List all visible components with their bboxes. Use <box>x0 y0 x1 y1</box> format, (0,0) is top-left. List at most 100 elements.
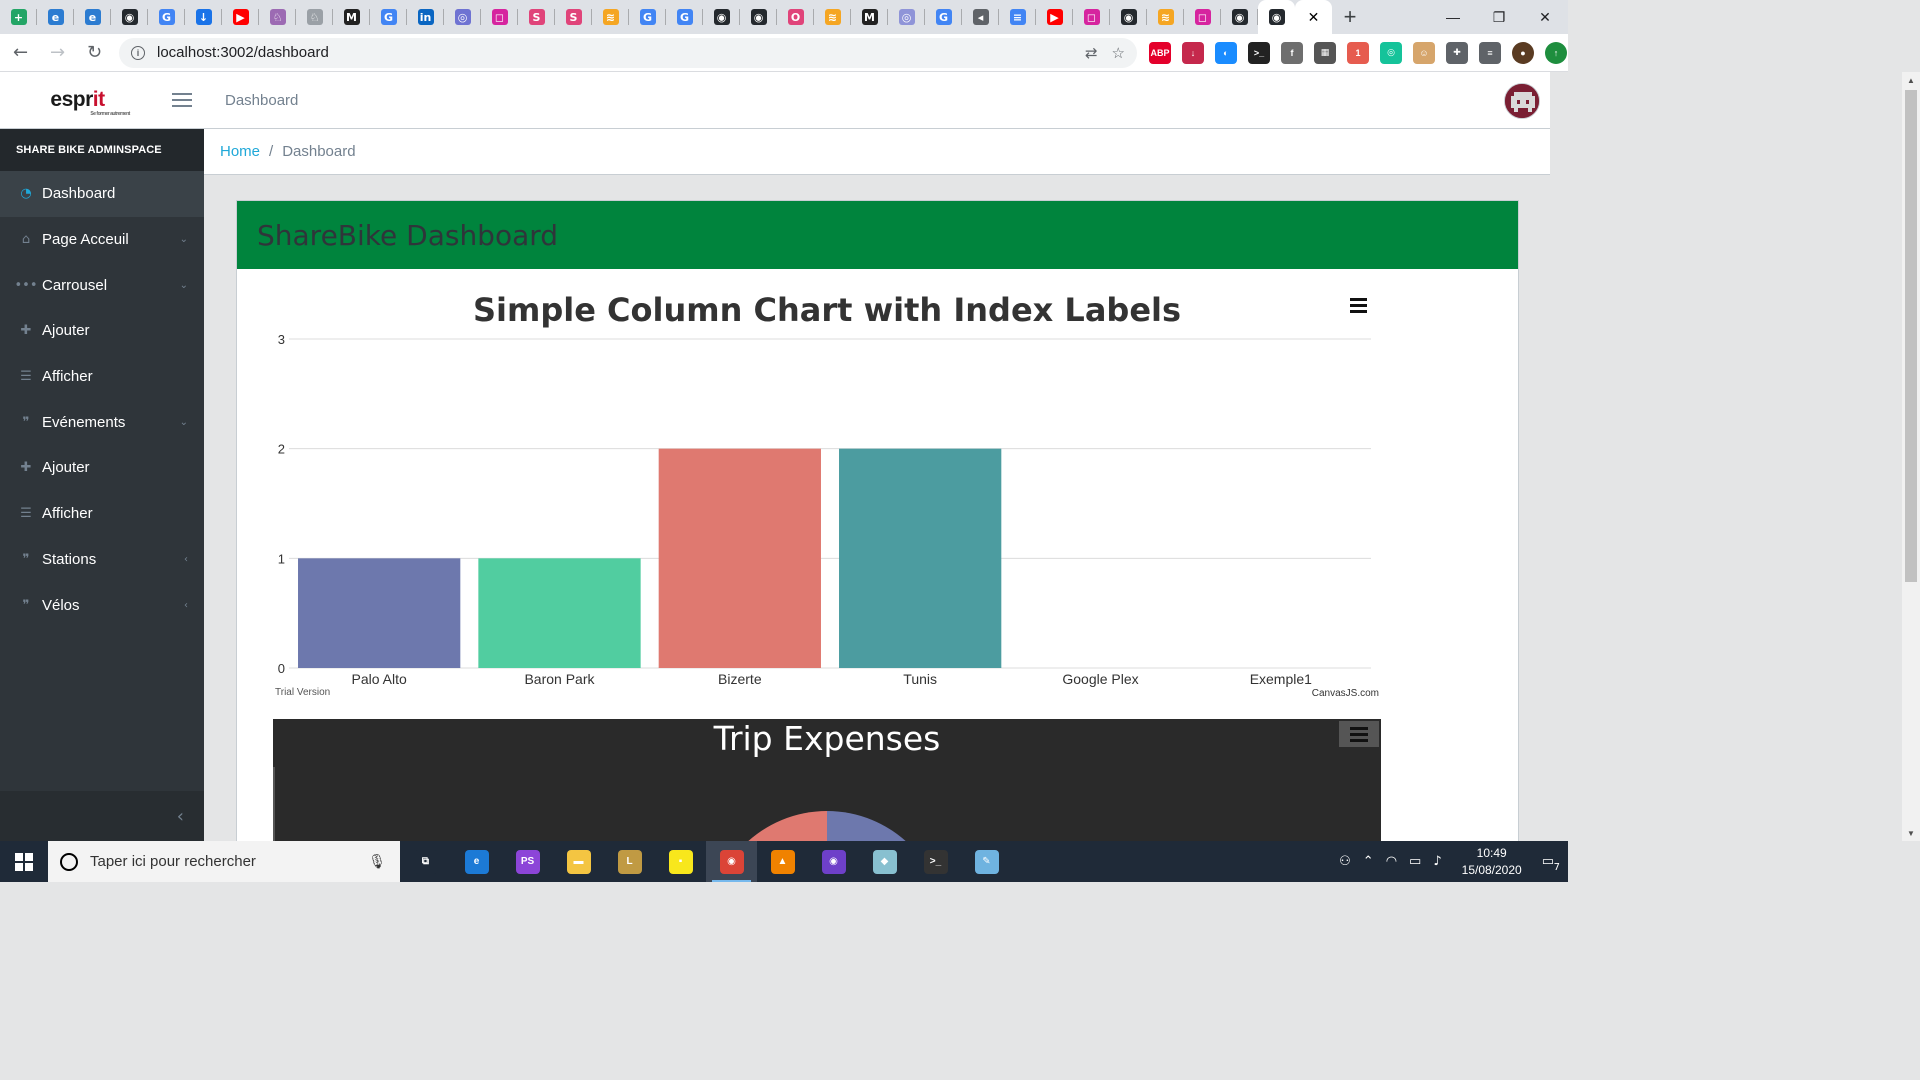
browser-tab[interactable]: ≋ <box>814 0 851 34</box>
browser-tab[interactable]: ≋ <box>1147 0 1184 34</box>
sidebar-toggle-icon[interactable] <box>172 93 192 107</box>
browser-tab[interactable]: ◎ <box>444 0 481 34</box>
browser-tab[interactable]: ◉ <box>111 0 148 34</box>
taskbar-app[interactable]: ⧉ <box>400 841 451 882</box>
sidebar-item-evénements[interactable]: ❞ Evénements ⌄ <box>0 399 204 445</box>
sidebar-item-ajouter[interactable]: ✚ Ajouter <box>0 445 204 491</box>
browser-tab[interactable]: + <box>0 0 37 34</box>
sidebar-item-ajouter[interactable]: ✚ Ajouter <box>0 308 204 354</box>
puzzle-icon[interactable]: ✚ <box>1446 41 1468 64</box>
browser-tab[interactable]: G <box>925 0 962 34</box>
taskbar-app[interactable]: ◆ <box>859 841 910 882</box>
browser-tab[interactable]: ▶ <box>1036 0 1073 34</box>
browser-tab[interactable]: ◂ <box>962 0 999 34</box>
browser-tab[interactable]: in <box>407 0 444 34</box>
taskbar-app[interactable]: PS <box>502 841 553 882</box>
taskbar-app[interactable]: e <box>451 841 502 882</box>
scroll-up-icon[interactable]: ▲ <box>1902 72 1920 88</box>
avatar-ext-icon[interactable]: ☺ <box>1413 41 1435 64</box>
bar[interactable] <box>658 448 821 668</box>
taskbar-app[interactable]: ▲ <box>757 841 808 882</box>
update-icon[interactable]: ↑ <box>1545 41 1567 64</box>
back-icon[interactable]: ← <box>4 36 37 69</box>
maximize-icon[interactable]: ❐ <box>1476 0 1522 34</box>
browser-tab[interactable]: M <box>333 0 370 34</box>
browser-tab[interactable]: ◉ <box>740 0 777 34</box>
media-icon[interactable]: ≡ <box>1479 41 1501 64</box>
sidebar-item-stations[interactable]: ❞ Stations ‹ <box>0 537 204 583</box>
browser-tab[interactable]: M <box>851 0 888 34</box>
tray-expand-icon[interactable]: ⌃ <box>1363 854 1374 869</box>
breadcrumb-home-link[interactable]: Home <box>220 143 260 160</box>
sidebar-item-vélos[interactable]: ❞ Vélos ‹ <box>0 582 204 628</box>
keyboard-icon[interactable]: ▦ <box>1314 41 1336 64</box>
sidebar-item-page-acceuil[interactable]: ⌂ Page Acceuil ⌄ <box>0 217 204 263</box>
browser-tab[interactable]: S <box>518 0 555 34</box>
taskbar-app[interactable]: ▬ <box>553 841 604 882</box>
browser-tab[interactable]: ◻ <box>481 0 518 34</box>
browser-tab[interactable]: S <box>555 0 592 34</box>
people-icon[interactable]: ⚇ <box>1339 854 1351 869</box>
browser-tab[interactable]: G <box>666 0 703 34</box>
facebook-icon[interactable]: f <box>1281 41 1303 64</box>
forward-icon[interactable]: → <box>41 36 74 69</box>
browser-tab[interactable]: ≡ <box>999 0 1036 34</box>
sidebar-item-carrousel[interactable]: ••• Carrousel ⌄ <box>0 262 204 308</box>
volume-icon[interactable]: ♪ <box>1433 854 1441 869</box>
bar[interactable] <box>839 448 1002 668</box>
sidebar-item-afficher[interactable]: ☰ Afficher <box>0 354 204 400</box>
clock[interactable]: 10:49 15/08/2020 <box>1462 845 1522 879</box>
header-dashboard-link[interactable]: Dashboard <box>225 92 298 109</box>
browser-tab[interactable]: G <box>148 0 185 34</box>
sidebar-item-afficher[interactable]: ☰ Afficher <box>0 491 204 537</box>
bar[interactable] <box>478 558 641 668</box>
sidebar-item-dashboard[interactable]: ◔ Dashboard <box>0 171 204 217</box>
sidebar-minimizer[interactable]: ‹ <box>0 791 204 841</box>
browser-tab[interactable]: ◉ <box>1258 0 1295 34</box>
taskbar-search[interactable]: Taper ici pour rechercher 🎙 <box>48 841 400 882</box>
profile-icon[interactable]: ● <box>1512 41 1534 64</box>
minimize-icon[interactable]: — <box>1430 0 1476 34</box>
wifi-icon[interactable]: ◠ <box>1386 854 1397 869</box>
url-text[interactable]: localhost:3002/dashboard <box>157 44 329 61</box>
bar[interactable] <box>298 558 461 668</box>
scroll-down-icon[interactable]: ▼ <box>1902 825 1920 841</box>
bookmark-star-icon[interactable]: ☆ <box>1112 44 1125 62</box>
browser-tab[interactable]: ◉ <box>1221 0 1258 34</box>
browser-tab[interactable]: ◻ <box>1073 0 1110 34</box>
close-window-icon[interactable]: ✕ <box>1522 0 1568 34</box>
browser-tab[interactable]: ◉ <box>703 0 740 34</box>
battery-icon[interactable]: ▭ <box>1409 854 1421 869</box>
terminal-icon[interactable]: >_ <box>1248 41 1270 64</box>
download-manager-icon[interactable]: ↓ <box>1182 41 1204 64</box>
extension-badge-icon[interactable]: 1 <box>1347 41 1369 64</box>
site-info-icon[interactable]: i <box>131 45 145 60</box>
browser-tab[interactable]: ◉ <box>1110 0 1147 34</box>
close-tab-icon[interactable]: ✕ <box>1295 0 1332 34</box>
browser-tab[interactable]: e <box>37 0 74 34</box>
taskbar-app[interactable]: ✎ <box>961 841 1012 882</box>
translate-icon[interactable]: ⇄ <box>1085 44 1098 62</box>
windows-start-icon[interactable] <box>0 841 48 882</box>
browser-tab[interactable]: G <box>629 0 666 34</box>
address-bar[interactable]: i localhost:3002/dashboard ⇄ ☆ <box>119 37 1137 68</box>
taskbar-app[interactable]: ▪ <box>655 841 706 882</box>
chevron-left-icon[interactable]: ‹ <box>177 806 184 827</box>
browser-tab[interactable]: e <box>74 0 111 34</box>
browser-tab[interactable]: ♘ <box>259 0 296 34</box>
scrollbar-thumb[interactable] <box>1905 90 1917 582</box>
taskbar-app[interactable]: >_ <box>910 841 961 882</box>
chart-menu-icon[interactable] <box>1350 298 1367 313</box>
browser-tab[interactable]: ◎ <box>888 0 925 34</box>
notifications-icon[interactable]: ▭ 7 <box>1542 854 1560 873</box>
browser-tab[interactable]: ≋ <box>592 0 629 34</box>
grammarly-icon[interactable]: ◎ <box>1380 41 1402 64</box>
browser-tab[interactable]: ♘ <box>296 0 333 34</box>
new-tab-icon[interactable]: + <box>1332 0 1368 34</box>
taskbar-app[interactable]: L <box>604 841 655 882</box>
page-scrollbar[interactable]: ▲ ▼ <box>1902 72 1920 841</box>
reload-icon[interactable]: ↻ <box>78 36 111 69</box>
microphone-icon[interactable]: 🎙 <box>368 854 386 870</box>
taskbar-search-input[interactable]: Taper ici pour rechercher <box>90 853 256 870</box>
browser-tab[interactable]: O <box>777 0 814 34</box>
